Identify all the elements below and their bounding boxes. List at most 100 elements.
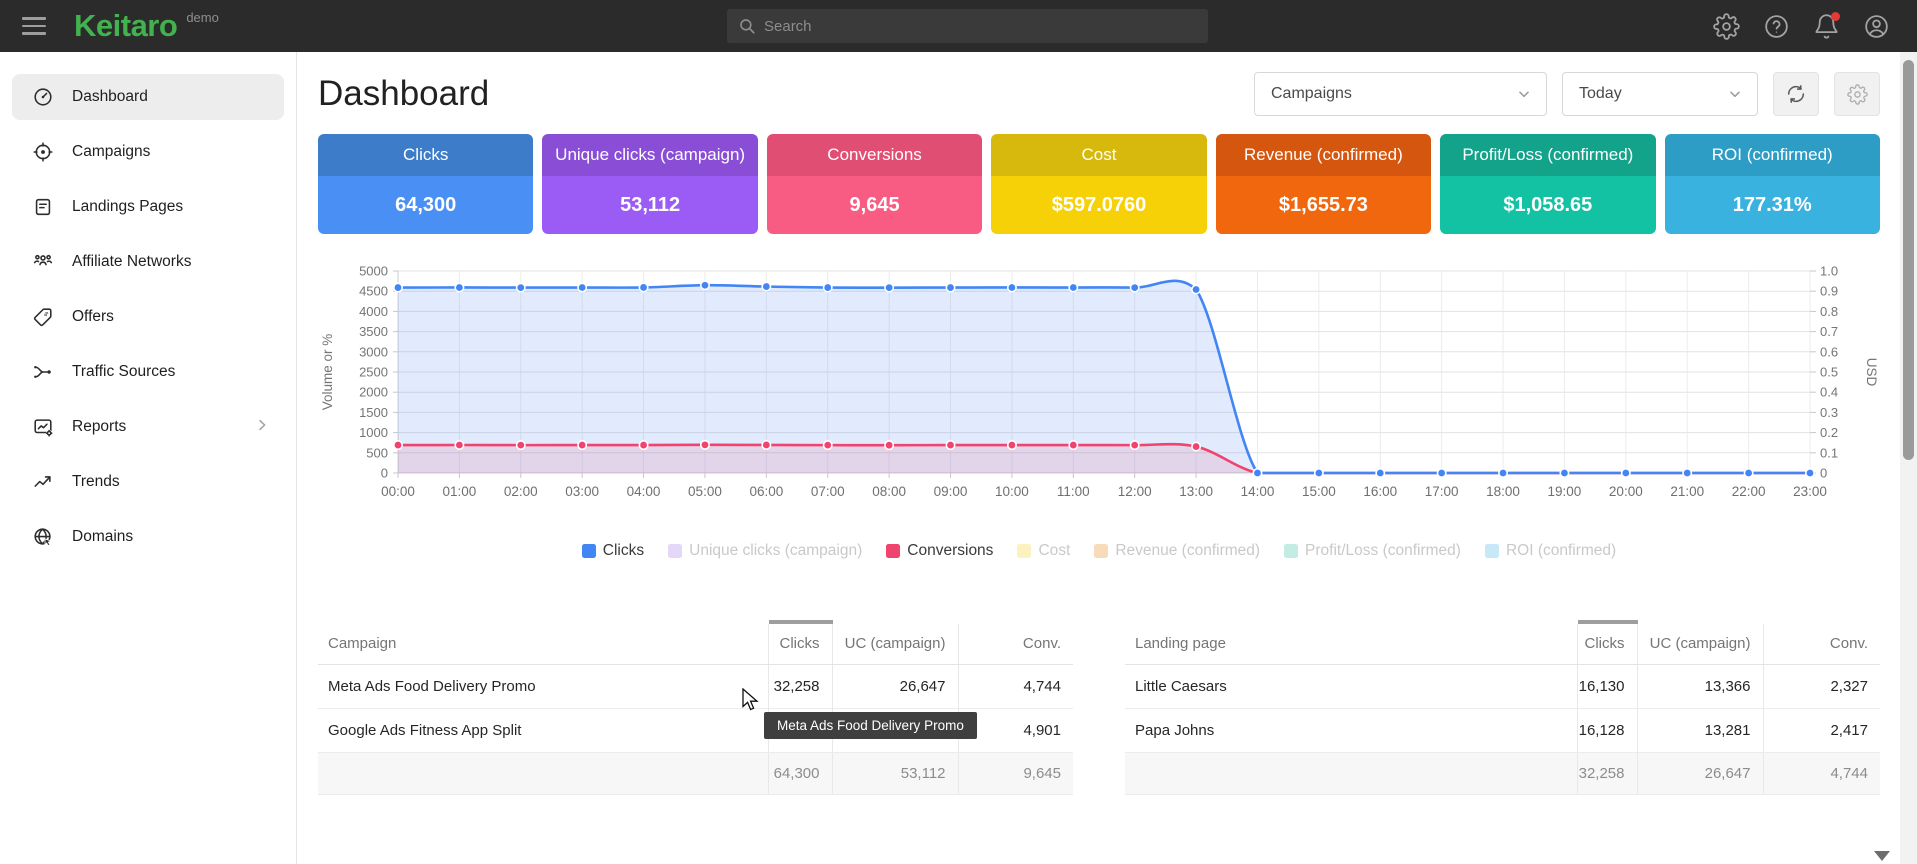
totals-row: 32,25826,6474,744	[1125, 752, 1880, 794]
chevron-down-icon	[1516, 86, 1532, 102]
legend-label: Profit/Loss (confirmed)	[1305, 542, 1461, 560]
offers-icon: $	[32, 306, 54, 328]
legend-item-profit-loss-confirmed[interactable]: Profit/Loss (confirmed)	[1284, 542, 1461, 560]
legend-item-clicks[interactable]: Clicks	[582, 542, 644, 560]
svg-text:1500: 1500	[359, 405, 388, 420]
svg-text:1.0: 1.0	[1820, 264, 1838, 279]
svg-text:0.9: 0.9	[1820, 284, 1838, 299]
chevron-down-icon	[1727, 86, 1743, 102]
svg-text:0: 0	[1820, 466, 1827, 481]
stat-cards: Clicks64,300Unique clicks (campaign)53,1…	[318, 134, 1880, 234]
traffic-chart: 0500100015002000250030003500400045005000…	[318, 261, 1880, 513]
chevron-right-icon	[254, 417, 270, 438]
svg-text:20:00: 20:00	[1609, 484, 1643, 499]
campaigns-table: CampaignClicksUC (campaign)Conv.Meta Ads…	[318, 620, 1073, 795]
total-cell: 32,258	[1577, 752, 1637, 794]
legend-swatch	[1485, 544, 1499, 558]
legend-item-roi-confirmed[interactable]: ROI (confirmed)	[1485, 542, 1616, 560]
row-name-cell: Little Caesars	[1125, 664, 1577, 708]
column-header-campaign[interactable]: Campaign	[318, 622, 768, 664]
settings-gear-icon[interactable]	[1713, 13, 1740, 40]
column-header-clicks[interactable]: Clicks	[1577, 622, 1637, 664]
stat-card-value: 9,645	[767, 176, 982, 234]
topbar-icons	[1713, 0, 1890, 52]
svg-text:21:00: 21:00	[1670, 484, 1704, 499]
scrollbar-thumb[interactable]	[1903, 60, 1914, 460]
column-header-uc-campaign[interactable]: UC (campaign)	[1637, 622, 1763, 664]
legend-item-revenue-confirmed[interactable]: Revenue (confirmed)	[1094, 542, 1260, 560]
stat-card-value: 64,300	[318, 176, 533, 234]
sidebar-item-reports[interactable]: Reports	[12, 404, 284, 450]
total-cell: 26,647	[1637, 752, 1763, 794]
chart-legend: Clicks Unique clicks (campaign) Conversion…	[318, 542, 1880, 560]
sidebar-item-dashboard[interactable]: Dashboard	[12, 74, 284, 120]
campaigns-filter-select[interactable]: Campaigns	[1254, 72, 1547, 116]
main-content: Dashboard Campaigns Today Clicks64,300Un	[298, 52, 1900, 864]
sidebar-item-label: Reports	[72, 418, 126, 436]
stat-card-label: Revenue (confirmed)	[1216, 134, 1431, 176]
legend-swatch	[1017, 544, 1031, 558]
hamburger-menu-icon[interactable]	[22, 17, 46, 35]
notification-badge	[1831, 12, 1840, 21]
legend-item-conversions[interactable]: Conversions	[886, 542, 993, 560]
sidebar-item-offers[interactable]: $Offers	[12, 294, 284, 340]
column-header-landing-page[interactable]: Landing page	[1125, 622, 1577, 664]
campaigns-icon	[32, 141, 54, 163]
svg-text:02:00: 02:00	[504, 484, 538, 499]
sidebar-item-traffic-sources[interactable]: Traffic Sources	[12, 349, 284, 395]
sidebar-item-label: Traffic Sources	[72, 363, 175, 381]
sidebar-item-campaigns[interactable]: Campaigns	[12, 129, 284, 175]
account-icon[interactable]	[1863, 13, 1890, 40]
svg-text:0.6: 0.6	[1820, 344, 1838, 359]
refresh-button[interactable]	[1773, 72, 1819, 116]
svg-text:Volume or %: Volume or %	[320, 334, 335, 411]
svg-text:04:00: 04:00	[627, 484, 661, 499]
total-cell: 53,112	[832, 752, 958, 794]
column-header-clicks[interactable]: Clicks	[768, 622, 832, 664]
stat-card-value: 53,112	[542, 176, 757, 234]
svg-text:USD: USD	[1864, 358, 1879, 387]
notifications-bell-icon[interactable]	[1813, 13, 1840, 40]
column-header-uc-campaign[interactable]: UC (campaign)	[832, 622, 958, 664]
sidebar-item-landings-pages[interactable]: Landings Pages	[12, 184, 284, 230]
total-cell: 4,744	[1763, 752, 1880, 794]
svg-text:$: $	[42, 311, 49, 318]
page-title: Dashboard	[318, 74, 489, 114]
sidebar-item-affiliate-networks[interactable]: Affiliate Networks	[12, 239, 284, 285]
sidebar-item-label: Dashboard	[72, 88, 148, 106]
campaign-row[interactable]: Meta Ads Food Delivery Promo32,25826,647…	[318, 664, 1073, 708]
total-cell	[318, 752, 768, 794]
search-input[interactable]	[764, 18, 1208, 35]
row-name-cell: Meta Ads Food Delivery Promo	[318, 664, 768, 708]
legend-item-unique-clicks-campaign[interactable]: Unique clicks (campaign)	[668, 542, 862, 560]
stat-card-roi-confirmed: ROI (confirmed)177.31%	[1665, 134, 1880, 234]
svg-text:3500: 3500	[359, 324, 388, 339]
date-range-select[interactable]: Today	[1562, 72, 1758, 116]
sidebar-item-domains[interactable]: Domains	[12, 514, 284, 560]
landing-page-row[interactable]: Little Caesars16,13013,3662,327	[1125, 664, 1880, 708]
scroll-down-arrow-icon[interactable]	[1874, 851, 1890, 861]
column-header-conv[interactable]: Conv.	[1763, 622, 1880, 664]
row-name-cell: Google Ads Fitness App Split	[318, 708, 768, 752]
svg-text:0.7: 0.7	[1820, 324, 1838, 339]
gear-icon	[1847, 84, 1868, 105]
total-cell	[1125, 752, 1577, 794]
domains-icon	[32, 526, 54, 548]
column-header-conv[interactable]: Conv.	[958, 622, 1073, 664]
help-icon[interactable]	[1763, 13, 1790, 40]
stat-card-value: $597.0760	[991, 176, 1206, 234]
svg-text:09:00: 09:00	[934, 484, 968, 499]
legend-label: Revenue (confirmed)	[1115, 542, 1260, 560]
svg-text:22:00: 22:00	[1732, 484, 1766, 499]
dashboard-settings-button[interactable]	[1834, 72, 1880, 116]
svg-text:01:00: 01:00	[442, 484, 476, 499]
page-scrollbar[interactable]	[1900, 52, 1917, 864]
legend-label: Conversions	[907, 542, 993, 560]
sidebar-item-trends[interactable]: Trends	[12, 459, 284, 505]
keitaro-logo[interactable]: Keitaro	[74, 8, 177, 44]
legend-label: ROI (confirmed)	[1506, 542, 1616, 560]
landing-page-row[interactable]: Papa Johns16,12813,2812,417	[1125, 708, 1880, 752]
legend-item-cost[interactable]: Cost	[1017, 542, 1070, 560]
affiliate-networks-icon	[32, 251, 54, 273]
row-value-cell: 16,130	[1577, 664, 1637, 708]
